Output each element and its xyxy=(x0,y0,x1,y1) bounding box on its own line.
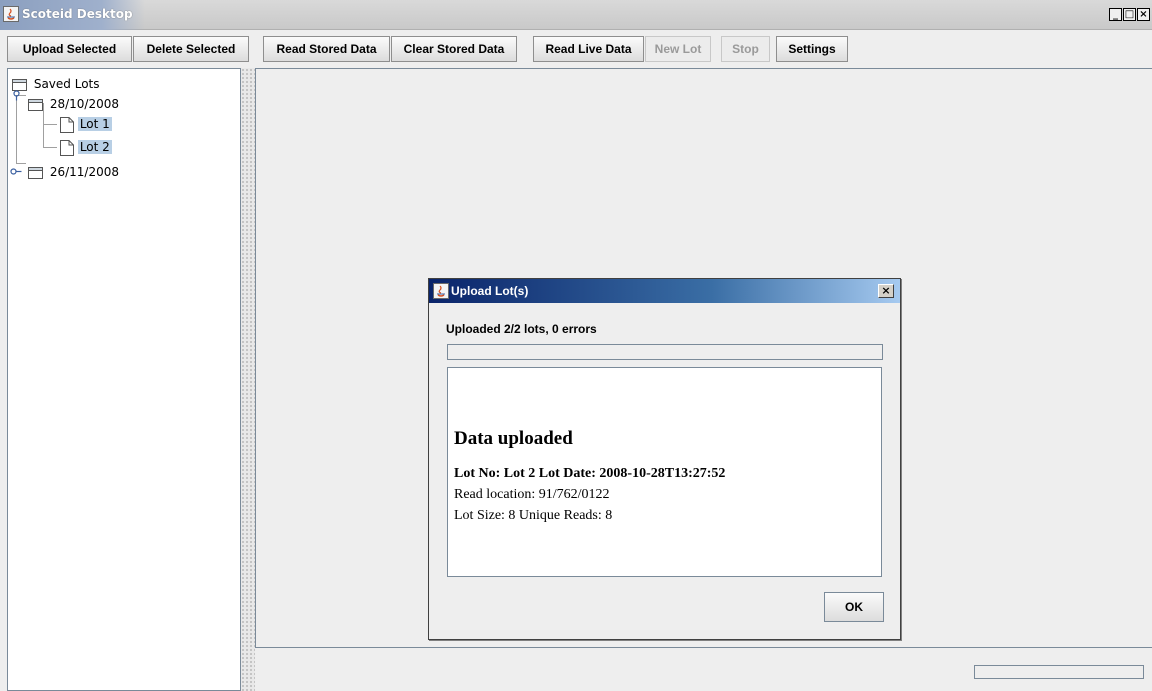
settings-button[interactable]: Settings xyxy=(776,36,848,62)
tree-line xyxy=(16,95,17,163)
document-icon xyxy=(60,116,74,133)
folder-icon xyxy=(28,166,43,179)
tree-lot-label: Lot 2 xyxy=(77,140,112,154)
tree-collapsed-handle-icon[interactable] xyxy=(10,167,22,176)
result-read-location: Read location: 91/762/0122 xyxy=(454,487,610,502)
read-stored-data-button[interactable]: Read Stored Data xyxy=(263,36,390,62)
document-icon xyxy=(60,139,74,156)
upload-selected-button[interactable]: Upload Selected xyxy=(7,36,132,62)
result-heading: Data uploaded xyxy=(454,428,573,449)
toolbar: Upload Selected Delete Selected Read Sto… xyxy=(0,30,1152,67)
upload-lots-dialog: Upload Lot(s) × Uploaded 2/2 lots, 0 err… xyxy=(428,278,901,640)
new-lot-button[interactable]: New Lot xyxy=(645,36,711,62)
clear-stored-data-button[interactable]: Clear Stored Data xyxy=(391,36,517,62)
stop-button[interactable]: Stop xyxy=(721,36,770,62)
status-progress-bar xyxy=(974,665,1144,679)
tree-date-node[interactable]: 28/10/2008 xyxy=(28,95,121,113)
folder-icon xyxy=(28,98,43,111)
tree-line xyxy=(16,163,26,164)
saved-lots-tree: Saved Lots 28/10/2008 Lot 1 Lot 2 26/11/… xyxy=(7,68,241,691)
dialog-title: Upload Lot(s) xyxy=(451,284,529,298)
java-app-icon xyxy=(433,283,449,299)
maximize-button[interactable]: □ xyxy=(1123,8,1136,21)
tree-root-label: Saved Lots xyxy=(33,77,100,91)
tree-line xyxy=(43,147,57,148)
split-pane-divider[interactable] xyxy=(241,68,255,691)
tree-lot-label: Lot 1 xyxy=(77,117,112,131)
upload-result-pane: Data uploaded Lot No: Lot 2 Lot Date: 20… xyxy=(447,367,882,577)
tree-date-node[interactable]: 26/11/2008 xyxy=(28,163,121,181)
read-live-data-button[interactable]: Read Live Data xyxy=(533,36,644,62)
upload-progress-bar xyxy=(447,344,883,360)
delete-selected-button[interactable]: Delete Selected xyxy=(133,36,249,62)
status-bar xyxy=(255,649,1152,691)
tree-date-label: 26/11/2008 xyxy=(49,165,119,179)
tree-line xyxy=(43,124,57,125)
result-lot-info: Lot No: Lot 2 Lot Date: 2008-10-28T13:27… xyxy=(454,466,726,481)
upload-status-text: Uploaded 2/2 lots, 0 errors xyxy=(446,322,597,336)
tree-lot-node[interactable]: Lot 1 xyxy=(60,115,112,133)
tree-date-label: 28/10/2008 xyxy=(49,97,119,111)
window-title-bar: Scoteid Desktop _ □ × xyxy=(0,0,1152,30)
ok-button[interactable]: OK xyxy=(824,592,884,622)
result-lot-size: Lot Size: 8 Unique Reads: 8 xyxy=(454,508,613,523)
window-controls: _ □ × xyxy=(1109,8,1150,21)
tree-lot-node[interactable]: Lot 2 xyxy=(60,138,112,156)
minimize-button[interactable]: _ xyxy=(1109,8,1122,21)
java-app-icon xyxy=(3,6,19,22)
dialog-close-button[interactable]: × xyxy=(878,284,894,298)
tree-root-saved-lots[interactable]: Saved Lots xyxy=(12,75,102,93)
window-title: Scoteid Desktop xyxy=(22,7,133,21)
tree-expanded-handle-icon[interactable] xyxy=(11,90,22,101)
dialog-title-bar[interactable]: Upload Lot(s) × xyxy=(429,279,900,303)
close-window-button[interactable]: × xyxy=(1137,8,1150,21)
